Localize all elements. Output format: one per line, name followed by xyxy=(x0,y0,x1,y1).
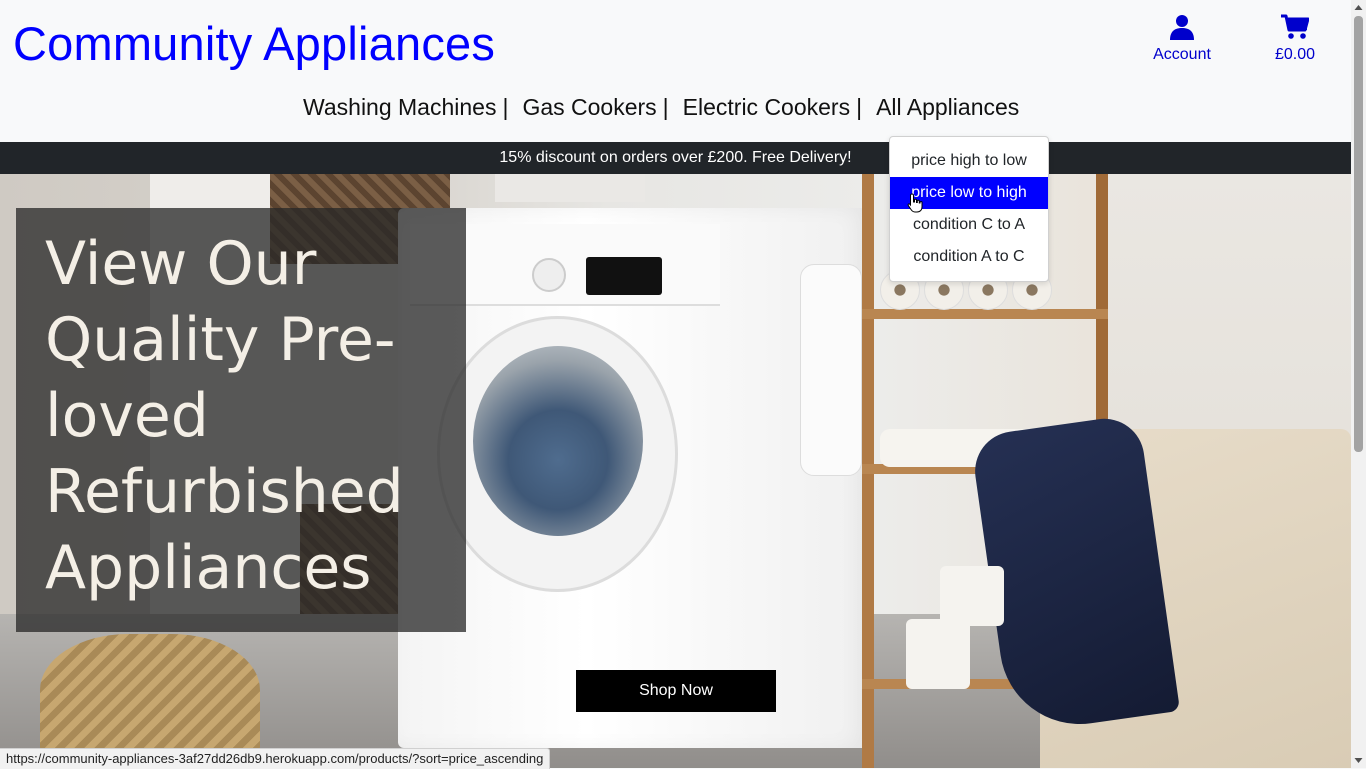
hero-rack-shelf xyxy=(862,309,1108,319)
hero-heading-line: loved xyxy=(45,381,209,451)
hero-toilet-roll xyxy=(940,566,1004,626)
main-nav: Washing Machines | Gas Cookers | Electric Co… xyxy=(303,94,1019,121)
nav-electric-cookers[interactable]: Electric Cookers xyxy=(683,94,850,120)
user-icon xyxy=(1170,15,1194,40)
hero-machine-knob xyxy=(532,258,566,292)
hero-machine-drum xyxy=(473,346,643,536)
sort-option-condition-a-to-c[interactable]: condition A to C xyxy=(890,241,1048,273)
shop-now-button[interactable]: Shop Now xyxy=(576,670,776,712)
site-logo-link[interactable]: Community Appliances xyxy=(13,16,495,71)
sort-option-price-high-to-low[interactable]: price high to low xyxy=(890,145,1048,177)
nav-gas-cookers[interactable]: Gas Cookers xyxy=(522,94,656,120)
nav-separator: | xyxy=(662,94,669,120)
nav-washing-machines[interactable]: Washing Machines xyxy=(303,94,496,120)
site-header: Community Appliances Account £0.00 Washi… xyxy=(0,0,1351,142)
hero-heading-line: Refurbished xyxy=(45,457,404,527)
scroll-down-arrow-icon[interactable] xyxy=(1351,753,1366,768)
hero-machine-display xyxy=(586,257,662,295)
nav-separator: | xyxy=(502,94,509,120)
scrollbar-thumb[interactable] xyxy=(1354,16,1363,452)
nav-separator: | xyxy=(856,94,863,120)
hero-heading-line: View Our xyxy=(45,229,317,299)
hero-heading-line: Quality Pre- xyxy=(45,305,396,375)
scroll-up-arrow-icon[interactable] xyxy=(1351,0,1366,15)
cart-total: £0.00 xyxy=(1274,46,1316,63)
hero-water-filter xyxy=(800,264,862,476)
account-label: Account xyxy=(1153,46,1211,63)
cart-link[interactable]: £0.00 xyxy=(1264,14,1326,64)
vertical-scrollbar[interactable] xyxy=(1351,0,1366,768)
hero-towels xyxy=(495,174,645,202)
hero-heading-line: Appliances xyxy=(45,533,372,603)
sort-option-condition-c-to-a[interactable]: condition C to A xyxy=(890,209,1048,241)
hero-heading: View Our Quality Pre- loved Refurbished … xyxy=(45,226,445,606)
shopping-cart-icon xyxy=(1281,14,1309,39)
link-status-bar: https://community-appliances-3af27dd26db… xyxy=(0,748,551,769)
account-link[interactable]: Account xyxy=(1147,14,1217,64)
hero-toilet-roll xyxy=(906,619,970,689)
discount-banner: 15% discount on orders over £200. Free D… xyxy=(0,142,1351,174)
hand-cursor-icon xyxy=(907,193,923,213)
nav-all-appliances[interactable]: All Appliances xyxy=(876,94,1019,120)
